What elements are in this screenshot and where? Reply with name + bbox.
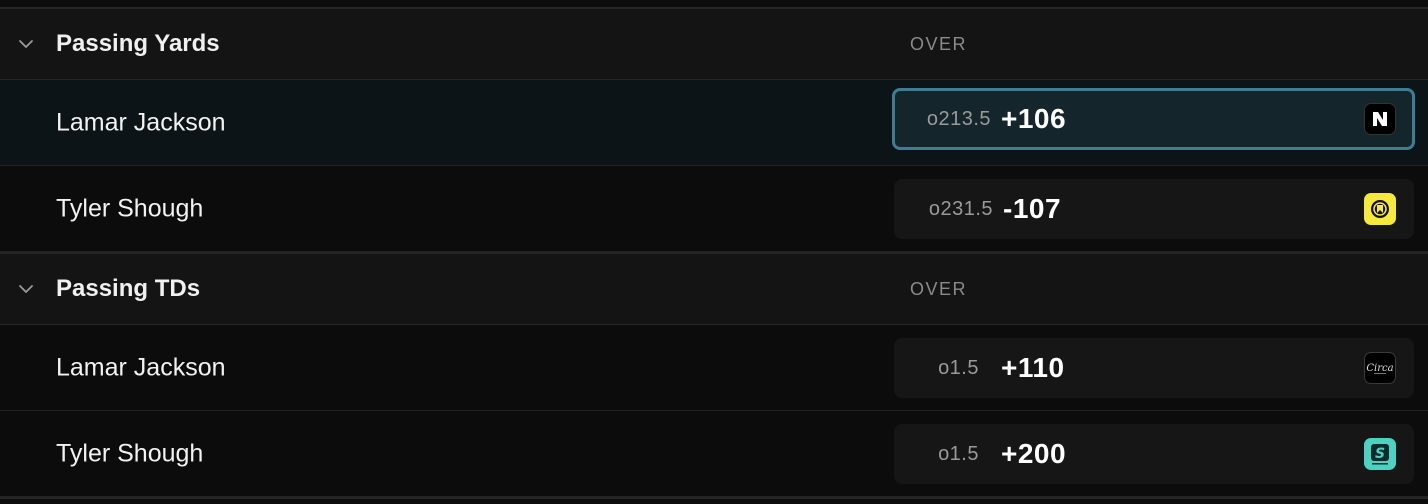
player-name: Lamar Jackson bbox=[56, 108, 226, 136]
sportsbook-s-logo-icon: S bbox=[1364, 438, 1396, 470]
line-value: o231.5 bbox=[928, 197, 993, 220]
props-panel: Passing Yards OVER Lamar Jackson o213.5 … bbox=[0, 0, 1428, 504]
column-label-over: OVER bbox=[910, 33, 968, 54]
section-title: Passing TDs bbox=[56, 275, 201, 302]
circa-logo-icon: Circa bbox=[1364, 352, 1396, 384]
svg-text:S: S bbox=[1375, 446, 1385, 462]
svg-text:Circa: Circa bbox=[1366, 363, 1393, 374]
top-divider bbox=[0, 0, 1428, 9]
player-row: Lamar Jackson o1.5 +110 Circa bbox=[0, 325, 1428, 411]
odds-button[interactable]: o231.5 -107 bbox=[894, 179, 1414, 239]
line-value: o1.5 bbox=[938, 356, 979, 379]
section-divider bbox=[0, 497, 1428, 499]
price-value: +110 bbox=[1001, 352, 1065, 383]
section-title: Passing Yards bbox=[56, 30, 220, 57]
player-name: Lamar Jackson bbox=[56, 353, 226, 381]
line-value: o213.5 bbox=[926, 107, 991, 130]
section-header-passing-tds[interactable]: Passing TDs OVER bbox=[0, 254, 1428, 325]
player-name: Tyler Shough bbox=[56, 194, 204, 222]
column-label-over: OVER bbox=[910, 278, 968, 299]
price-value: +200 bbox=[1001, 438, 1067, 469]
rebet-logo-icon bbox=[1364, 193, 1396, 225]
chevron-down-icon[interactable] bbox=[17, 35, 35, 53]
price-value: -107 bbox=[1003, 193, 1062, 224]
odds-button[interactable]: o1.5 +110 Circa bbox=[894, 338, 1414, 398]
player-name: Tyler Shough bbox=[56, 439, 204, 467]
line-value: o1.5 bbox=[938, 442, 979, 465]
odds-button[interactable]: o1.5 +200 S bbox=[894, 424, 1414, 484]
odds-button[interactable]: o213.5 +106 bbox=[892, 88, 1415, 150]
novig-logo-icon bbox=[1364, 103, 1396, 135]
player-row: Tyler Shough o1.5 +200 S bbox=[0, 411, 1428, 497]
player-row: Tyler Shough o231.5 -107 bbox=[0, 166, 1428, 252]
chevron-down-icon[interactable] bbox=[17, 280, 35, 298]
player-row: Lamar Jackson o213.5 +106 bbox=[0, 80, 1428, 166]
section-header-passing-yards[interactable]: Passing Yards OVER bbox=[0, 9, 1428, 80]
price-value: +106 bbox=[1001, 103, 1067, 134]
